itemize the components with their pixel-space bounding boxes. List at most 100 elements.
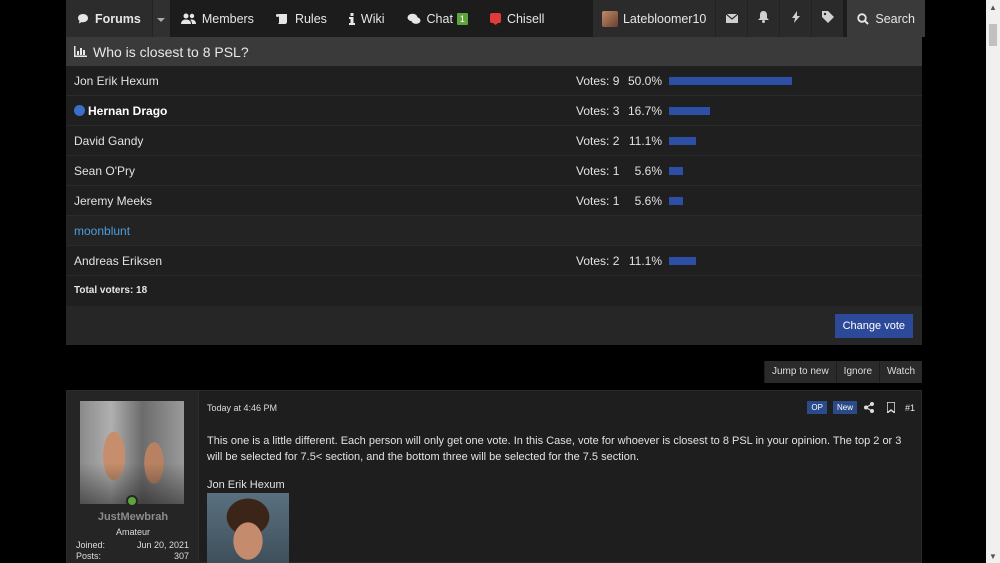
nav-chat-label: Chat bbox=[426, 11, 453, 26]
nav-search[interactable]: Search bbox=[847, 0, 925, 37]
poll-option-percent: 11.1% bbox=[628, 134, 662, 148]
poll-option: Hernan Drago Votes: 3 16.7% bbox=[66, 96, 922, 126]
author-name[interactable]: JustMewbrah bbox=[67, 511, 199, 523]
poll-option-name-text: Hernan Drago bbox=[88, 104, 168, 118]
jump-to-new-button[interactable]: Jump to new bbox=[763, 361, 836, 383]
post-date[interactable]: Today at 4:46 PM bbox=[207, 403, 277, 413]
poll-option-votes: Votes: 1 bbox=[576, 164, 620, 178]
scroll-up-arrow-icon[interactable]: ▲ bbox=[986, 0, 1000, 14]
poll-option-percent: 11.1% bbox=[628, 254, 662, 268]
poll-option-name: Jeremy Meeks bbox=[74, 194, 153, 208]
poll-option: Andreas Eriksen Votes: 2 11.1% bbox=[66, 246, 922, 276]
poll-option-percent: 5.6% bbox=[634, 164, 662, 178]
change-vote-button[interactable]: Change vote bbox=[834, 314, 913, 338]
poll-option-name: Andreas Eriksen bbox=[74, 254, 163, 268]
poll-option-name: Jon Erik Hexum bbox=[74, 74, 159, 88]
poll-option-percent: 5.6% bbox=[634, 194, 662, 208]
nav-rules[interactable]: Rules bbox=[265, 0, 338, 37]
nav-wiki-label: Wiki bbox=[360, 11, 385, 26]
post-subheading: Jon Erik Hexum bbox=[207, 479, 285, 491]
joined-label: Joined: bbox=[76, 540, 106, 550]
speech-bubble-icon bbox=[77, 13, 89, 25]
lightning-icon bbox=[791, 11, 800, 26]
envelope-icon bbox=[725, 12, 739, 26]
nav-chisell[interactable]: Chisell bbox=[479, 0, 556, 37]
tags-button[interactable] bbox=[811, 0, 844, 37]
poll-option-name: Hernan Drago bbox=[74, 96, 167, 126]
search-icon bbox=[857, 12, 870, 25]
forums-dropdown-toggle[interactable] bbox=[151, 0, 170, 37]
poll-bar-fill bbox=[669, 167, 683, 175]
inbox-button[interactable] bbox=[715, 0, 748, 37]
nav-right-group: Latebloomer10 Search bbox=[592, 0, 925, 37]
nav-chisell-label: Chisell bbox=[506, 11, 545, 26]
poll-option-link-row: moonblunt bbox=[66, 216, 922, 246]
post-number[interactable]: #1 bbox=[905, 403, 915, 413]
bar-chart-icon bbox=[74, 46, 87, 57]
poll-option-votes: Votes: 1 bbox=[576, 194, 620, 208]
poll-option-bar bbox=[669, 197, 919, 205]
poll-option-votes: Votes: 3 bbox=[576, 104, 620, 118]
poll-option-bar bbox=[669, 137, 919, 145]
nav-user-menu[interactable]: Latebloomer10 bbox=[592, 0, 716, 37]
chat-count-badge: 1 bbox=[456, 12, 468, 25]
poll-option-bar bbox=[669, 107, 919, 115]
poll-option-bar bbox=[669, 167, 919, 175]
poll-option-votes: Votes: 2 bbox=[576, 254, 620, 268]
post-user-panel: JustMewbrah Amateur Joined: Jun 20, 2021… bbox=[67, 391, 199, 563]
bookmark-icon[interactable] bbox=[881, 402, 901, 413]
nav-rules-label: Rules bbox=[294, 11, 327, 26]
op-tag: OP bbox=[807, 401, 827, 414]
chat-bubbles-icon bbox=[407, 13, 421, 25]
poll-bar-fill bbox=[669, 77, 792, 85]
users-icon bbox=[180, 13, 196, 24]
poll-option-bar bbox=[669, 77, 919, 85]
nav-chat[interactable]: Chat 1 bbox=[396, 0, 479, 37]
poll-block: Who is closest to 8 PSL? Jon Erik Hexum … bbox=[66, 37, 922, 345]
nav-username: Latebloomer10 bbox=[622, 11, 707, 26]
poll-option-user-link[interactable]: moonblunt bbox=[74, 216, 130, 246]
nav-wiki[interactable]: Wiki bbox=[338, 0, 396, 37]
scroll-thumb[interactable] bbox=[989, 24, 997, 46]
watch-button[interactable]: Watch bbox=[879, 361, 922, 383]
thread-actions: Jump to new Ignore Watch bbox=[763, 361, 922, 383]
page-scrollbar[interactable]: ▲ ▼ bbox=[986, 0, 1000, 563]
poll-bar-fill bbox=[669, 257, 696, 265]
poll-total-voters: Total voters: 18 bbox=[66, 276, 922, 306]
new-tag: New bbox=[832, 401, 857, 414]
author-title: Amateur bbox=[115, 527, 150, 537]
ignore-button[interactable]: Ignore bbox=[835, 361, 880, 383]
top-navbar: Forums Members Rules Wiki Chat 1 Chisell… bbox=[66, 0, 925, 37]
poll-option-name: Sean O'Pry bbox=[74, 164, 135, 178]
author-posts: Posts: 307 bbox=[76, 551, 189, 561]
nav-members-label: Members bbox=[201, 11, 254, 26]
share-icon[interactable] bbox=[859, 402, 879, 413]
alerts-button[interactable] bbox=[747, 0, 780, 37]
author-avatar[interactable] bbox=[80, 401, 184, 504]
verified-check-icon bbox=[74, 105, 85, 116]
nav-search-label: Search bbox=[875, 11, 915, 26]
poll-bar-fill bbox=[669, 107, 710, 115]
chevron-down-icon bbox=[157, 12, 166, 26]
post-body-text: This one is a little different. Each per… bbox=[207, 435, 902, 463]
bell-icon bbox=[758, 11, 770, 26]
poll-bar-fill bbox=[669, 137, 696, 145]
poll-footer: Change vote bbox=[66, 306, 922, 345]
post-image[interactable] bbox=[207, 493, 289, 563]
nav-members[interactable]: Members bbox=[170, 0, 265, 37]
poll-option: Sean O'Pry Votes: 1 5.6% bbox=[66, 156, 922, 186]
nav-forums[interactable]: Forums bbox=[66, 0, 152, 37]
poll-option-bar bbox=[669, 257, 919, 265]
whats-new-button[interactable] bbox=[779, 0, 812, 37]
online-status-icon bbox=[126, 495, 138, 507]
poll-option-votes: Votes: 2 bbox=[576, 134, 620, 148]
joined-value: Jun 20, 2021 bbox=[136, 540, 189, 550]
poll-option-name: David Gandy bbox=[74, 134, 144, 148]
scroll-down-arrow-icon[interactable]: ▼ bbox=[986, 549, 1000, 563]
chisell-icon bbox=[489, 12, 501, 25]
poll-header: Who is closest to 8 PSL? bbox=[66, 37, 922, 66]
poll-option: Jon Erik Hexum Votes: 9 50.0% bbox=[66, 66, 922, 96]
nav-forums-label: Forums bbox=[95, 11, 141, 26]
posts-value: 307 bbox=[173, 551, 189, 561]
post-tools: OP New #1 bbox=[801, 401, 915, 414]
